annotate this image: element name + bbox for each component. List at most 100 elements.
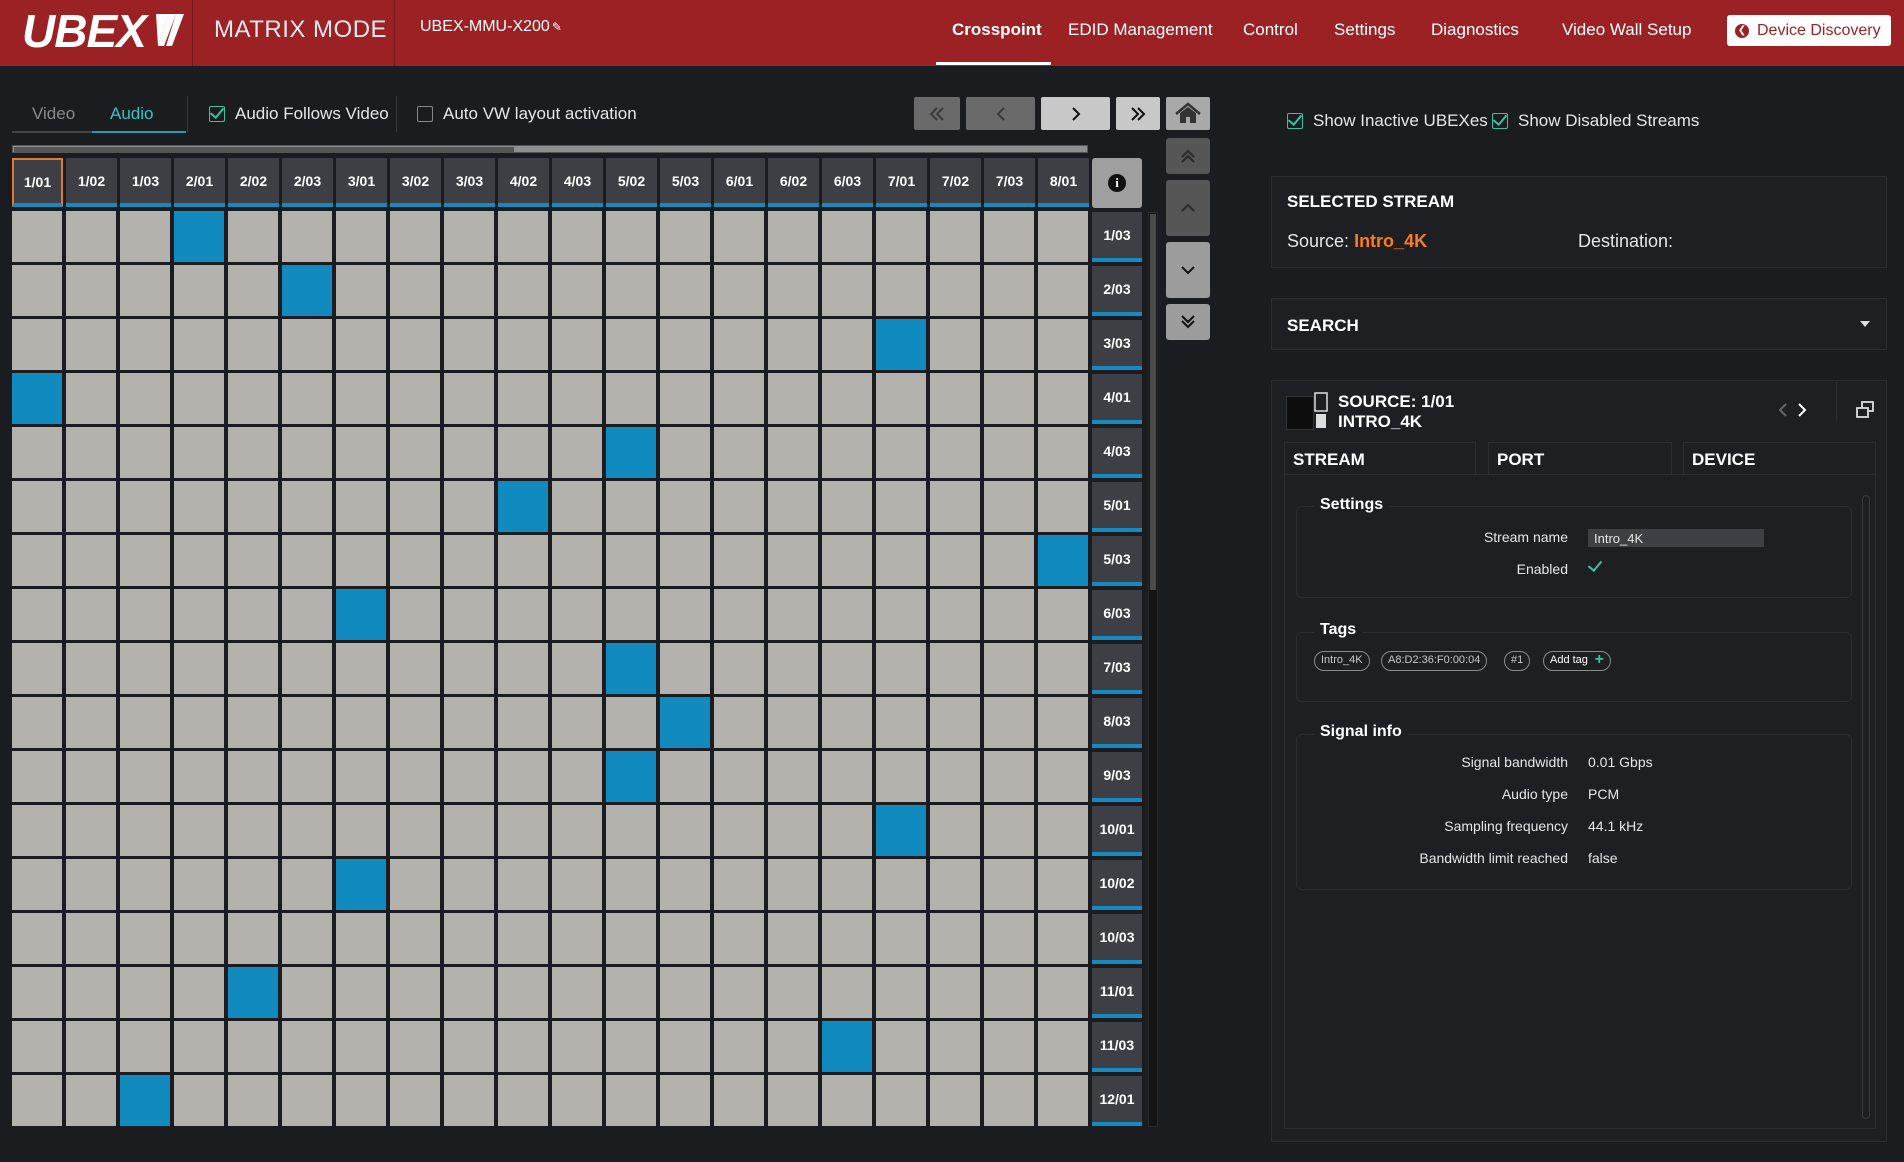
crosspoint-cell[interactable] [660, 211, 710, 262]
crosspoint-cell[interactable] [714, 265, 764, 316]
crosspoint-cell[interactable] [984, 967, 1034, 1018]
crosspoint-cell[interactable] [174, 913, 224, 964]
crosspoint-cell[interactable] [984, 427, 1034, 478]
crosspoint-cell[interactable] [552, 373, 602, 424]
tag-chip[interactable]: A8:D2:36:F0:00:04 [1381, 651, 1488, 671]
crosspoint-cell[interactable] [444, 643, 494, 694]
crosspoint-cell[interactable] [66, 751, 116, 802]
crosspoint-cell[interactable] [660, 859, 710, 910]
scroll-bottom-button[interactable] [1166, 304, 1210, 340]
crosspoint-cell[interactable] [714, 697, 764, 748]
crosspoint-cell[interactable] [552, 589, 602, 640]
checkmark-icon[interactable] [1588, 560, 1604, 576]
crosspoint-cell[interactable] [714, 913, 764, 964]
crosspoint-cell[interactable] [12, 1021, 62, 1072]
crosspoint-cell[interactable] [876, 427, 926, 478]
crosspoint-cell[interactable] [768, 967, 818, 1018]
crosspoint-cell[interactable] [1038, 697, 1088, 748]
crosspoint-cell[interactable] [498, 589, 548, 640]
crosspoint-cell[interactable] [660, 481, 710, 532]
nav-crosspoint[interactable]: Crosspoint [952, 20, 1042, 40]
crosspoint-cell[interactable] [444, 535, 494, 586]
crosspoint-cell[interactable] [876, 589, 926, 640]
crosspoint-cell[interactable] [390, 1075, 440, 1126]
source-column-header[interactable]: 3/01 [336, 158, 387, 207]
tab-audio[interactable]: Audio [110, 104, 153, 124]
source-column-header[interactable]: 4/03 [552, 158, 603, 207]
crosspoint-cell[interactable] [822, 319, 872, 370]
source-column-header[interactable]: 5/03 [660, 158, 711, 207]
crosspoint-cell[interactable] [984, 859, 1034, 910]
crosspoint-cell[interactable] [336, 319, 386, 370]
edit-pencil-icon[interactable]: ✎ [552, 20, 562, 34]
crosspoint-cell[interactable] [66, 967, 116, 1018]
crosspoint-cell[interactable] [444, 1021, 494, 1072]
crosspoint-cell[interactable] [282, 481, 332, 532]
crosspoint-cell[interactable] [120, 859, 170, 910]
tag-chip[interactable]: #1 [1504, 651, 1531, 671]
crosspoint-cell[interactable] [498, 1021, 548, 1072]
crosspoint-cell[interactable] [444, 211, 494, 262]
crosspoint-cell[interactable] [930, 589, 980, 640]
auto-vw-layout-checkbox[interactable]: Auto VW layout activation [417, 104, 637, 124]
crosspoint-cell[interactable] [282, 211, 332, 262]
crosspoint-cell[interactable] [282, 319, 332, 370]
crosspoint-cell[interactable] [282, 913, 332, 964]
crosspoint-cell[interactable] [1038, 643, 1088, 694]
crosspoint-cell[interactable] [822, 211, 872, 262]
crosspoint-cell[interactable] [768, 805, 818, 856]
page-first-button[interactable] [914, 97, 960, 130]
crosspoint-cell[interactable] [498, 373, 548, 424]
crosspoint-active[interactable] [282, 265, 332, 316]
crosspoint-cell[interactable] [390, 427, 440, 478]
page-last-button[interactable] [1116, 97, 1160, 130]
source-column-header[interactable]: 8/01 [1038, 158, 1089, 207]
crosspoint-cell[interactable] [822, 859, 872, 910]
crosspoint-cell[interactable] [390, 373, 440, 424]
destination-row-header[interactable]: 5/01 [1092, 482, 1142, 532]
crosspoint-cell[interactable] [444, 859, 494, 910]
vertical-scrollbar-thumb[interactable] [1150, 214, 1156, 590]
crosspoint-cell[interactable] [282, 1021, 332, 1072]
crosspoint-active[interactable] [498, 481, 548, 532]
crosspoint-cell[interactable] [876, 211, 926, 262]
crosspoint-cell[interactable] [822, 751, 872, 802]
crosspoint-active[interactable] [606, 427, 656, 478]
crosspoint-cell[interactable] [768, 589, 818, 640]
crosspoint-cell[interactable] [876, 967, 926, 1018]
crosspoint-cell[interactable] [984, 265, 1034, 316]
crosspoint-cell[interactable] [930, 697, 980, 748]
source-column-header[interactable]: 6/03 [822, 158, 873, 207]
crosspoint-cell[interactable] [174, 1021, 224, 1072]
crosspoint-cell[interactable] [930, 643, 980, 694]
destination-row-header[interactable]: 11/03 [1092, 1022, 1142, 1072]
crosspoint-cell[interactable] [822, 643, 872, 694]
crosspoint-cell[interactable] [714, 211, 764, 262]
crosspoint-cell[interactable] [336, 967, 386, 1018]
crosspoint-cell[interactable] [390, 751, 440, 802]
crosspoint-cell[interactable] [552, 1021, 602, 1072]
crosspoint-cell[interactable] [1038, 967, 1088, 1018]
crosspoint-cell[interactable] [282, 967, 332, 1018]
crosspoint-cell[interactable] [552, 1075, 602, 1126]
crosspoint-cell[interactable] [660, 535, 710, 586]
crosspoint-cell[interactable] [552, 805, 602, 856]
crosspoint-cell[interactable] [768, 535, 818, 586]
crosspoint-cell[interactable] [66, 427, 116, 478]
crosspoint-cell[interactable] [876, 913, 926, 964]
crosspoint-cell[interactable] [174, 643, 224, 694]
crosspoint-cell[interactable] [174, 427, 224, 478]
crosspoint-cell[interactable] [606, 805, 656, 856]
crosspoint-cell[interactable] [390, 535, 440, 586]
crosspoint-cell[interactable] [12, 535, 62, 586]
crosspoint-cell[interactable] [660, 751, 710, 802]
crosspoint-cell[interactable] [1038, 1021, 1088, 1072]
crosspoint-cell[interactable] [12, 211, 62, 262]
crosspoint-cell[interactable] [66, 859, 116, 910]
crosspoint-cell[interactable] [390, 481, 440, 532]
crosspoint-cell[interactable] [120, 265, 170, 316]
destination-row-header[interactable]: 3/03 [1092, 320, 1142, 370]
crosspoint-cell[interactable] [66, 265, 116, 316]
crosspoint-cell[interactable] [174, 373, 224, 424]
crosspoint-cell[interactable] [930, 265, 980, 316]
